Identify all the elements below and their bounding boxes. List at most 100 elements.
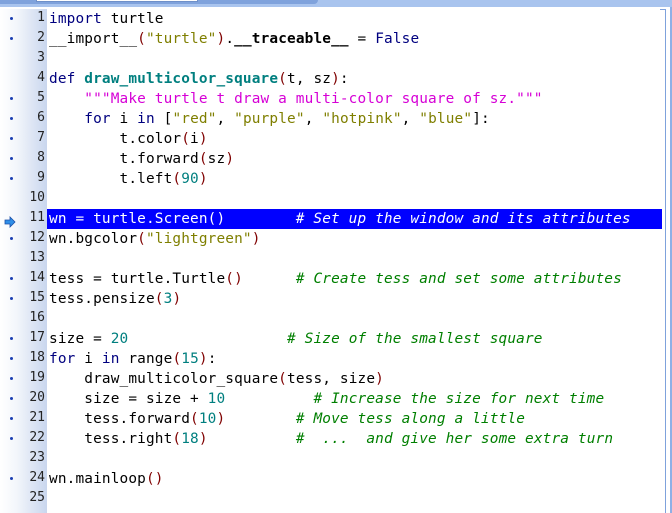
breakpoint-marker-icon[interactable] (10, 237, 13, 240)
code-token-nm: [ (154, 111, 173, 127)
code-token-str: "lightgreen" (145, 231, 252, 247)
code-token-par: ) (216, 31, 226, 47)
code-text: def draw_multicolor_square(t, sz): (49, 70, 349, 88)
code-token-nm: wn = turtle.Screen() (49, 211, 296, 227)
code-token-cm: # Move tess along a little (295, 411, 526, 427)
breakpoint-marker-icon[interactable] (10, 277, 13, 280)
code-line[interactable]: 24 wn.mainloop() (0, 469, 662, 489)
code-line[interactable]: 16 (0, 309, 662, 329)
code-line[interactable]: 14 tess = turtle.Turtle() # Create tess a… (0, 269, 662, 289)
code-token-nm: ]: (472, 111, 490, 127)
code-token-kw: def (49, 71, 85, 87)
code-line[interactable]: 23 (0, 449, 662, 469)
breakpoint-marker-icon[interactable] (10, 17, 13, 20)
code-line[interactable]: 2 __import__("turtle").__traceable__ = Fa… (0, 29, 662, 49)
line-number: 25 (29, 490, 45, 505)
code-line[interactable]: 3 (0, 49, 662, 69)
code-text: __import__("turtle").__traceable__ = Fal… (49, 30, 419, 48)
code-line[interactable]: 7 t.color(i) (0, 129, 662, 149)
breakpoint-marker-icon[interactable] (10, 377, 13, 380)
code-token-nm: i (190, 131, 199, 147)
code-text: tess.pensize(3) (49, 290, 181, 308)
code-text: tess.right(18) # ... and give her some e… (49, 430, 613, 448)
code-line[interactable]: 5 """Make turtle t draw a multi-color sq… (0, 89, 662, 109)
line-number: 20 (29, 390, 45, 405)
code-line[interactable]: 25 (0, 489, 662, 509)
code-token-nm: tess.right (49, 431, 173, 447)
line-number: 5 (37, 90, 45, 105)
code-token-par: ) (216, 411, 226, 427)
code-token-cm: # Set up the window and its attributes (295, 211, 631, 227)
breakpoint-marker-icon[interactable] (10, 137, 13, 140)
code-token-nm (225, 411, 296, 427)
code-text: size = size + 10 # Increase the size for… (49, 390, 604, 408)
breakpoint-marker-icon[interactable] (10, 337, 13, 340)
code-line[interactable]: 17 size = 20 # Size of the smallest squar… (0, 329, 662, 349)
code-token-str: "hotpink" (322, 111, 402, 127)
code-line[interactable]: 19 draw_multicolor_square(tess, size) (0, 369, 662, 389)
code-token-kw: for (84, 111, 111, 127)
code-token-par: ( (190, 411, 199, 427)
code-line[interactable]: 1 import turtle (0, 9, 662, 29)
line-number: 11 (29, 210, 45, 225)
code-token-doc: """Make turtle t draw a multi-color squa… (84, 91, 543, 107)
code-token-str: "purple" (234, 111, 305, 127)
code-token-nm: draw_multicolor_square (49, 371, 279, 387)
code-line[interactable]: 13 (0, 249, 662, 269)
code-line[interactable]: 10 (0, 189, 662, 209)
code-token-par: ) (251, 231, 261, 247)
code-token-nm: wn.bgcolor (49, 231, 138, 247)
code-token-nm (49, 91, 84, 107)
breakpoint-marker-icon[interactable] (10, 157, 13, 160)
code-token-num: 10 (198, 411, 217, 427)
line-number: 15 (29, 290, 45, 305)
code-line[interactable]: 15 tess.pensize(3) (0, 289, 662, 309)
code-editor[interactable]: 1 import turtle 2 __import__("turtle").__tr… (0, 9, 662, 513)
code-token-nm (243, 271, 296, 287)
code-token-cm: # Increase the size for next time (313, 391, 605, 407)
code-line[interactable]: 9 t.left(90) (0, 169, 662, 189)
code-token-nm: , (304, 111, 323, 127)
code-line[interactable]: 20 size = size + 10 # Increase the size … (0, 389, 662, 409)
line-number: 17 (29, 330, 45, 345)
code-token-par: ) (375, 371, 384, 387)
code-text: tess.forward(10) # Move tess along a lit… (49, 410, 525, 428)
code-line[interactable]: 12 wn.bgcolor("lightgreen") (0, 229, 662, 249)
line-number: 21 (29, 410, 45, 425)
code-token-nm: t.left (49, 171, 173, 187)
breakpoint-marker-icon[interactable] (10, 97, 13, 100)
code-line[interactable]: 21 tess.forward(10) # Move tess along a … (0, 409, 662, 429)
code-token-nm: i (110, 111, 138, 127)
breakpoint-marker-icon[interactable] (10, 417, 13, 420)
breakpoint-marker-icon[interactable] (10, 297, 13, 300)
code-line[interactable]: 22 tess.right(18) # ... and give her som… (0, 429, 662, 449)
code-line[interactable]: 8 t.forward(sz) (0, 149, 662, 169)
breakpoint-marker-icon[interactable] (10, 37, 13, 40)
breakpoint-marker-icon[interactable] (10, 437, 13, 440)
line-number: 6 (37, 110, 45, 125)
code-token-nm: t, sz (287, 71, 332, 87)
code-line[interactable]: 11 wn = turtle.Screen() # Set up the wind… (0, 209, 662, 229)
breakpoint-marker-icon[interactable] (10, 177, 13, 180)
code-token-par: ( (137, 231, 146, 247)
line-number: 9 (37, 170, 45, 185)
code-token-str: "red" (172, 111, 217, 127)
code-token-kw: False (375, 31, 420, 47)
line-number: 4 (37, 70, 45, 85)
code-token-nm (128, 331, 287, 347)
breakpoint-marker-icon[interactable] (10, 117, 13, 120)
breakpoint-marker-icon[interactable] (10, 397, 13, 400)
code-line[interactable]: 18 for i in range(15): (0, 349, 662, 369)
tab-field[interactable] (36, 0, 198, 2)
code-token-nm: , (216, 111, 235, 127)
breakpoint-marker-icon[interactable] (10, 357, 13, 360)
code-line[interactable]: 4 def draw_multicolor_square(t, sz): (0, 69, 662, 89)
code-token-par: ) (331, 71, 340, 87)
line-number: 1 (37, 10, 45, 25)
code-token-num: 20 (110, 331, 129, 347)
breakpoint-marker-icon[interactable] (10, 477, 13, 480)
code-token-par: ( (278, 371, 287, 387)
line-number: 2 (37, 30, 45, 45)
code-token-num: 18 (181, 431, 199, 447)
code-line[interactable]: 6 for i in ["red", "purple", "hotpink", … (0, 109, 662, 129)
